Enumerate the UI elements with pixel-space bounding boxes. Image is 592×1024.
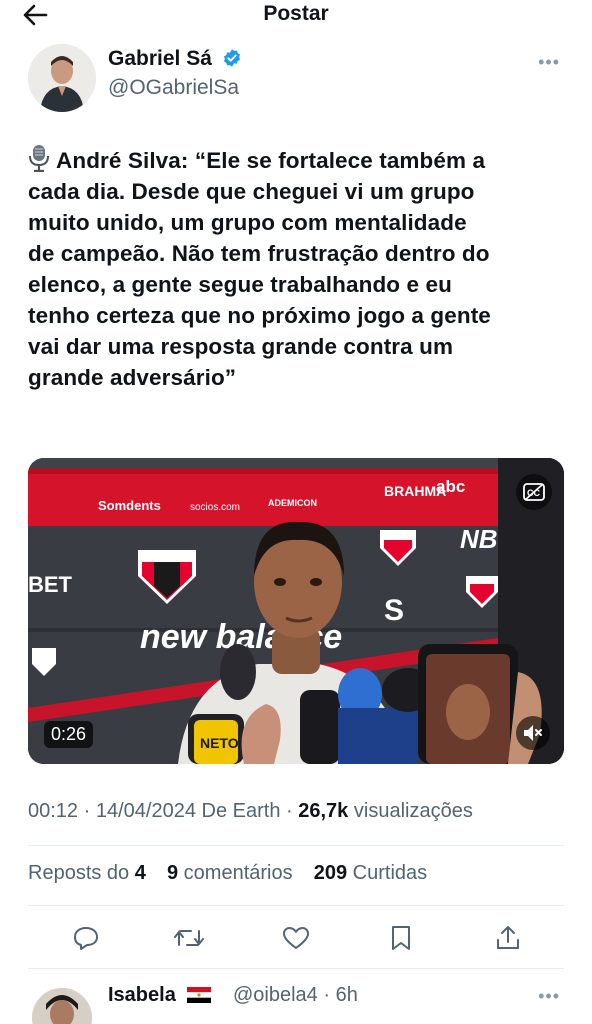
- reply-icon: [74, 927, 98, 950]
- tweet-meta: 00:12 · 14/04/2024 De Earth · 26,7k visu…: [28, 800, 473, 822]
- views-label: visualizações: [353, 800, 473, 822]
- likes-count: 209: [313, 862, 348, 884]
- tweet-text: André Silva: “Ele se fortalece também a …: [28, 144, 568, 393]
- reposts-stat[interactable]: Reposts do 4: [28, 862, 151, 884]
- like-button[interactable]: [278, 920, 314, 956]
- sponsor-text: socios.com: [190, 502, 240, 513]
- sponsor-text: Somdents: [98, 498, 161, 513]
- author-name[interactable]: Gabriel Sá: [108, 47, 242, 71]
- tweet-time: 00:12: [28, 800, 79, 822]
- share-button[interactable]: [490, 920, 526, 956]
- reposts-label: Reposts do: [28, 862, 130, 884]
- likes-stat[interactable]: 209 Curtidas: [314, 862, 427, 884]
- bookmark-button[interactable]: [383, 920, 419, 956]
- reposts-count: 4: [134, 862, 146, 884]
- tweet-line-6: tenho certeza que no próximo jogo a gent…: [28, 303, 491, 328]
- repost-button[interactable]: [171, 920, 207, 956]
- egypt-flag-icon: [187, 987, 212, 1003]
- divider: [28, 968, 564, 969]
- video-player[interactable]: new balance NB Somdents socios.com ADEMI…: [28, 458, 564, 764]
- bookmark-icon: [392, 926, 410, 950]
- sponsor-text: S: [384, 594, 404, 627]
- more-icon[interactable]: •••: [538, 52, 560, 73]
- cc-icon[interactable]: CC: [516, 474, 552, 510]
- views-count: 26,7k: [298, 800, 349, 822]
- avatar[interactable]: [28, 44, 96, 112]
- comments-count: 9: [166, 862, 179, 884]
- sponsor-text: abc: [436, 477, 465, 496]
- divider: [28, 845, 564, 846]
- comments-stat[interactable]: 9 comentários: [167, 862, 298, 884]
- video-duration: 0:26: [44, 721, 94, 748]
- verified-badge-icon: [223, 49, 240, 67]
- tweet-line-8: grande adversário”: [28, 365, 237, 390]
- tweet-line-5: elenco, a gente segue trabalhando e eu: [28, 272, 452, 297]
- microphone-icon: [29, 145, 49, 172]
- avatar[interactable]: [32, 988, 92, 1024]
- author-handle[interactable]: @OGabrielSa: [108, 76, 239, 100]
- from-label: De: [201, 800, 228, 822]
- tweet-line-1: André Silva: “Ele se fortalece também a: [56, 148, 486, 173]
- sponsor-text: ADEMICON: [268, 498, 317, 508]
- tweet-line-2: cada dia. Desde que cheguei vi um grupo: [28, 179, 475, 204]
- mute-icon[interactable]: [516, 716, 550, 750]
- tweet-line-7: vai dar uma resposta grande contra um: [28, 334, 454, 359]
- sponsor-text: BET: [28, 572, 73, 597]
- top-bar: Postar: [0, 0, 592, 30]
- svg-text:NB: NB: [460, 524, 498, 554]
- divider: [28, 905, 564, 906]
- more-icon[interactable]: •••: [538, 986, 560, 1007]
- tweet-line-3: muito unido, um grupo com mentalidade: [28, 210, 467, 235]
- reply-author-name[interactable]: Isabela: [108, 984, 212, 1007]
- tweet-line-4: de campeão. Não tem frustração dentro do: [28, 241, 490, 266]
- comments-label: comentários: [183, 862, 293, 884]
- tweet-location: Earth: [232, 800, 281, 822]
- reply-item[interactable]: Isabela @oibela4 · 6h •••: [28, 984, 568, 1024]
- author-name-text: Gabriel Sá: [108, 47, 212, 70]
- like-icon: [283, 927, 309, 949]
- tweet-author: Gabriel Sá @OGabrielSa •••: [28, 42, 568, 112]
- mic-text: NETO: [200, 735, 239, 751]
- repost-icon: [174, 930, 204, 946]
- action-bar: [28, 920, 564, 956]
- share-icon: [497, 926, 519, 949]
- likes-label: Curtidas: [352, 862, 428, 884]
- reply-author-name-text: Isabela: [108, 984, 176, 1006]
- tweet-date: 14/04/2024: [95, 800, 196, 822]
- engagement-stats: Reposts do 4 9 comentários 209 Curtidas: [28, 862, 427, 885]
- reply-button[interactable]: [68, 920, 104, 956]
- page-title: Postar: [263, 2, 329, 25]
- video-frame: new balance NB Somdents socios.com ADEMI…: [28, 458, 564, 764]
- reply-handle[interactable]: @oibela4 · 6h: [233, 984, 358, 1007]
